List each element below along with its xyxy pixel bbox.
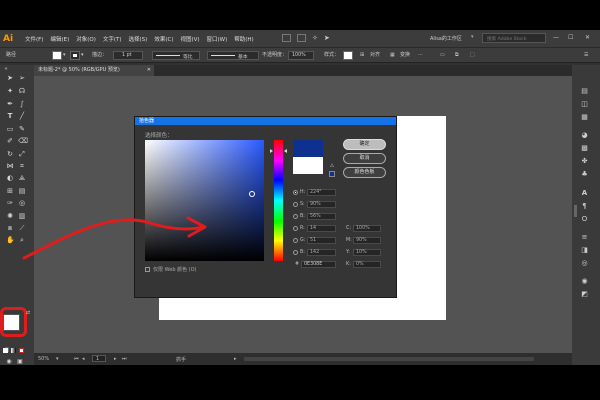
arrow-stroke	[22, 218, 205, 260]
red-annotation-arrow	[22, 216, 207, 260]
illustrator-window: Ai 文件(F) 编辑(E) 对象(O) 文字(T) 选择(S) 效果(C) 视…	[0, 30, 600, 365]
